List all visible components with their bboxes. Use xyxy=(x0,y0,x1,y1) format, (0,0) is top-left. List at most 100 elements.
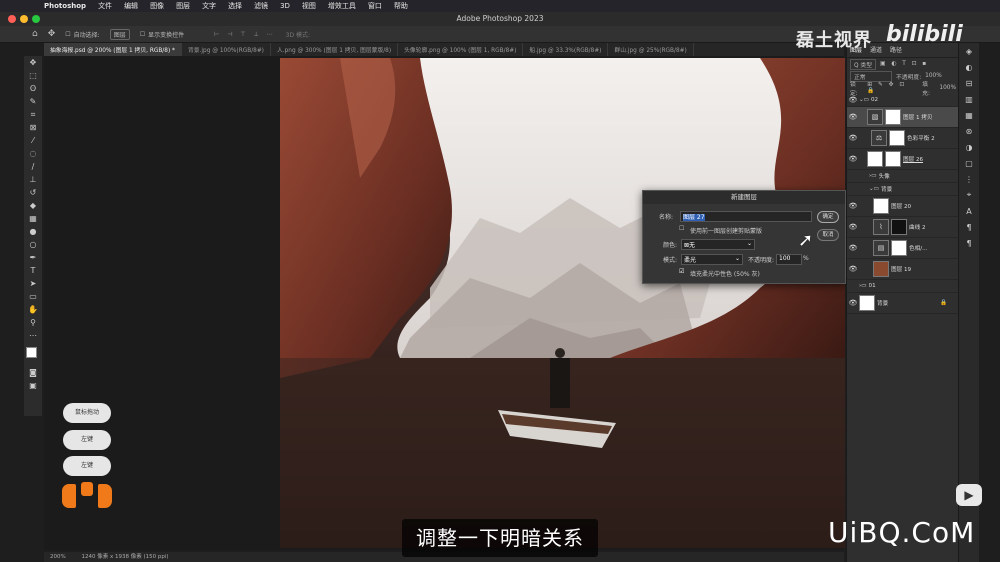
fill-value[interactable]: 100% xyxy=(939,85,956,91)
layer-item-background[interactable]: 👁 背景 🔒 xyxy=(847,293,959,314)
layer-item-selected[interactable]: 👁 ▧ 图层 1 拷贝 xyxy=(847,107,959,128)
menu-type[interactable]: 文字 xyxy=(202,1,216,11)
layer-item[interactable]: 👁 ⚖ 色彩平衡 2 xyxy=(847,128,959,149)
eraser-tool-icon[interactable]: ◆ xyxy=(24,199,42,212)
tab-document[interactable]: 船.jpg @ 33.3%(RGB/8#) xyxy=(523,43,609,56)
opacity-input[interactable]: 100 xyxy=(776,254,802,265)
lasso-tool-icon[interactable]: ʘ xyxy=(24,82,42,95)
brush-tool-icon[interactable]: ∕ xyxy=(24,160,42,173)
lock-row: 锁定: ⊞ ✎ ✥ ⊡ 🔒 填充: 100% xyxy=(847,82,959,97)
lock-icons[interactable]: ⊞ ✎ ✥ ⊡ 🔒 xyxy=(867,82,918,94)
tab-document[interactable]: 头像轮廓.png @ 100% (图层 1, RGB/8#) xyxy=(398,43,524,56)
glyphs-icon[interactable]: ¶ xyxy=(959,235,979,251)
filter-icons[interactable]: ▣ ◐ T ⊡ ▪ xyxy=(880,61,928,67)
layer-group-head[interactable]: ›▭ 头像 xyxy=(847,170,959,183)
visibility-eye-icon[interactable]: 👁 xyxy=(847,113,859,121)
stamp-tool-icon[interactable]: ⊥ xyxy=(24,173,42,186)
layer-item[interactable]: 👁 图层 19 xyxy=(847,259,959,280)
screen-mode-icon[interactable]: ▣ xyxy=(24,379,42,392)
visibility-eye-icon[interactable]: 👁 xyxy=(847,244,859,252)
visibility-eye-icon[interactable]: 👁 xyxy=(847,299,859,307)
blur-tool-icon[interactable]: ● xyxy=(24,225,42,238)
frame-tool-icon[interactable]: ⊠ xyxy=(24,121,42,134)
history-brush-tool-icon[interactable]: ↺ xyxy=(24,186,42,199)
history-icon[interactable]: ⊛ xyxy=(959,123,979,139)
menu-file[interactable]: 文件 xyxy=(98,1,112,11)
layer-group-bg[interactable]: ⌄▭ 背景 xyxy=(847,183,959,196)
marquee-tool-icon[interactable]: ⬚ xyxy=(24,69,42,82)
zoom-level[interactable]: 200% xyxy=(50,554,66,560)
visibility-eye-icon[interactable]: 👁 xyxy=(847,155,859,163)
layer-filter-select[interactable]: Q 类型 xyxy=(850,58,876,70)
tab-document[interactable]: 群山.jpg @ 25%(RGB/8#) xyxy=(608,43,694,56)
ok-button[interactable]: 确定 xyxy=(817,211,839,223)
auto-select-dropdown[interactable]: 图层 xyxy=(109,28,130,40)
tab-document[interactable]: 背景.jpg @ 100%(RGB/8#) xyxy=(182,43,271,56)
hand-tool-icon[interactable]: ✋ xyxy=(24,303,42,316)
menu-window[interactable]: 窗口 xyxy=(368,1,382,11)
home-icon[interactable]: ⌂ xyxy=(32,29,38,39)
channels-icon[interactable]: ⋮ xyxy=(959,171,979,187)
clip-checkbox[interactable]: ☐ xyxy=(679,225,684,232)
crop-tool-icon[interactable]: ⌗ xyxy=(24,108,42,121)
layer-thumbnail: ▧ xyxy=(867,109,883,125)
move-tool-icon[interactable]: ✥ xyxy=(48,29,56,39)
dodge-tool-icon[interactable]: ○ xyxy=(24,238,42,251)
menu-3d[interactable]: 3D xyxy=(280,2,290,10)
align-icons[interactable]: ⊢ ⊣ ⊤ ⊥ ⋯ xyxy=(214,31,276,38)
document-canvas[interactable] xyxy=(280,58,845,548)
menu-edit[interactable]: 编辑 xyxy=(124,1,138,11)
gradient-tool-icon[interactable]: ▦ xyxy=(24,212,42,225)
paragraph-icon[interactable]: ¶ xyxy=(959,219,979,235)
visibility-eye-icon[interactable]: 👁 xyxy=(847,134,859,142)
quick-select-tool-icon[interactable]: ✎ xyxy=(24,95,42,108)
layer-item[interactable]: 👁 ⌇ 曲线 2 xyxy=(847,217,959,238)
menu-help[interactable]: 帮助 xyxy=(394,1,408,11)
cancel-button[interactable]: 取消 xyxy=(817,229,839,241)
color-select[interactable]: ⊠无 ⌄ xyxy=(681,239,755,250)
menu-filter[interactable]: 滤镜 xyxy=(254,1,268,11)
fill-neutral-checkbox[interactable]: ☑ xyxy=(679,268,684,275)
menu-app-name[interactable]: Photoshop xyxy=(44,2,86,10)
layer-name-input[interactable]: 图层 27 xyxy=(680,211,812,222)
path-select-tool-icon[interactable]: ➤ xyxy=(24,277,42,290)
pen-tool-icon[interactable]: ✒ xyxy=(24,251,42,264)
zoom-tool-icon[interactable]: ⚲ xyxy=(24,316,42,329)
menu-image[interactable]: 图像 xyxy=(150,1,164,11)
properties-icon[interactable]: ⊟ xyxy=(959,75,979,91)
visibility-eye-icon[interactable]: 👁 xyxy=(847,96,859,104)
eyedropper-tool-icon[interactable]: ⁄ xyxy=(24,134,42,147)
move-tool-icon[interactable]: ✥ xyxy=(24,56,42,69)
visibility-eye-icon[interactable]: 👁 xyxy=(847,265,859,273)
visibility-eye-icon[interactable]: 👁 xyxy=(847,223,859,231)
color-swatches-icon[interactable] xyxy=(24,342,42,366)
menu-select[interactable]: 选择 xyxy=(228,1,242,11)
show-transform-checkbox[interactable]: ☐ xyxy=(140,31,145,38)
styles-icon[interactable]: ◑ xyxy=(959,139,979,155)
menu-view[interactable]: 视图 xyxy=(302,1,316,11)
layer-group-02[interactable]: 👁 ⌄▭ 02 xyxy=(847,94,959,107)
layer-item[interactable]: 👁 图层 26 xyxy=(847,149,959,170)
info-icon[interactable]: ▢ xyxy=(959,155,979,171)
mode-select[interactable]: 柔光 ⌄ xyxy=(681,254,743,265)
adjustments-icon[interactable]: ◐ xyxy=(959,59,979,75)
shape-tool-icon[interactable]: ▭ xyxy=(24,290,42,303)
menu-layer[interactable]: 图层 xyxy=(176,1,190,11)
layer-item[interactable]: 👁 图层 20 xyxy=(847,196,959,217)
layer-item[interactable]: 👁 ▤ 色相/... xyxy=(847,238,959,259)
tab-document[interactable]: 人.png @ 300% (图层 1 拷贝, 图层蒙版/8) xyxy=(271,43,399,56)
visibility-eye-icon[interactable]: 👁 xyxy=(847,202,859,210)
layer-group-01[interactable]: ›▭ 01 xyxy=(847,280,959,293)
character-icon[interactable]: A xyxy=(959,203,979,219)
quick-mask-icon[interactable]: ◙ xyxy=(24,366,42,379)
tab-document[interactable]: 抽象海报.psd @ 200% (图层 1 拷贝, RGB/8) * xyxy=(44,43,182,56)
type-tool-icon[interactable]: T xyxy=(24,264,42,277)
paths-icon[interactable]: ⌖ xyxy=(959,187,979,203)
swatches-icon[interactable]: ▦ xyxy=(959,107,979,123)
more-tools-icon[interactable]: ⋯ xyxy=(24,329,42,342)
libraries-icon[interactable]: ▥ xyxy=(959,91,979,107)
auto-select-checkbox[interactable]: ☐ xyxy=(65,31,70,38)
doc-info[interactable]: 1240 像素 x 1938 像素 (150 ppi) xyxy=(81,554,168,560)
menu-plugins[interactable]: 增效工具 xyxy=(328,1,356,11)
healing-tool-icon[interactable]: ◌ xyxy=(24,147,42,160)
